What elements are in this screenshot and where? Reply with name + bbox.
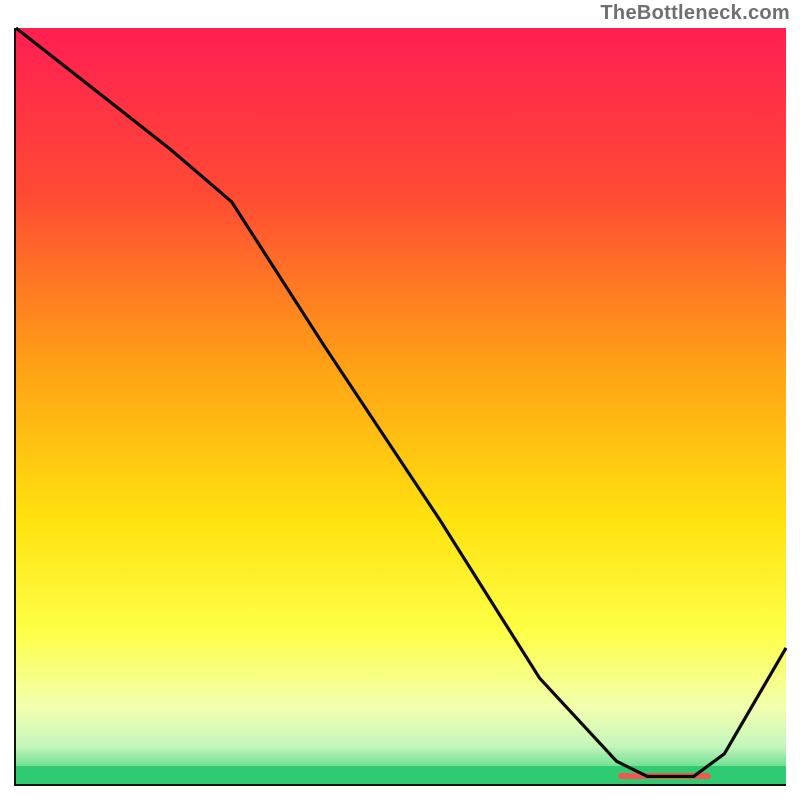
bottleneck-line <box>16 28 786 776</box>
chart-line-overlay <box>16 28 786 784</box>
chart-plot-area <box>14 28 786 786</box>
watermark-text: TheBottleneck.com <box>600 2 790 25</box>
